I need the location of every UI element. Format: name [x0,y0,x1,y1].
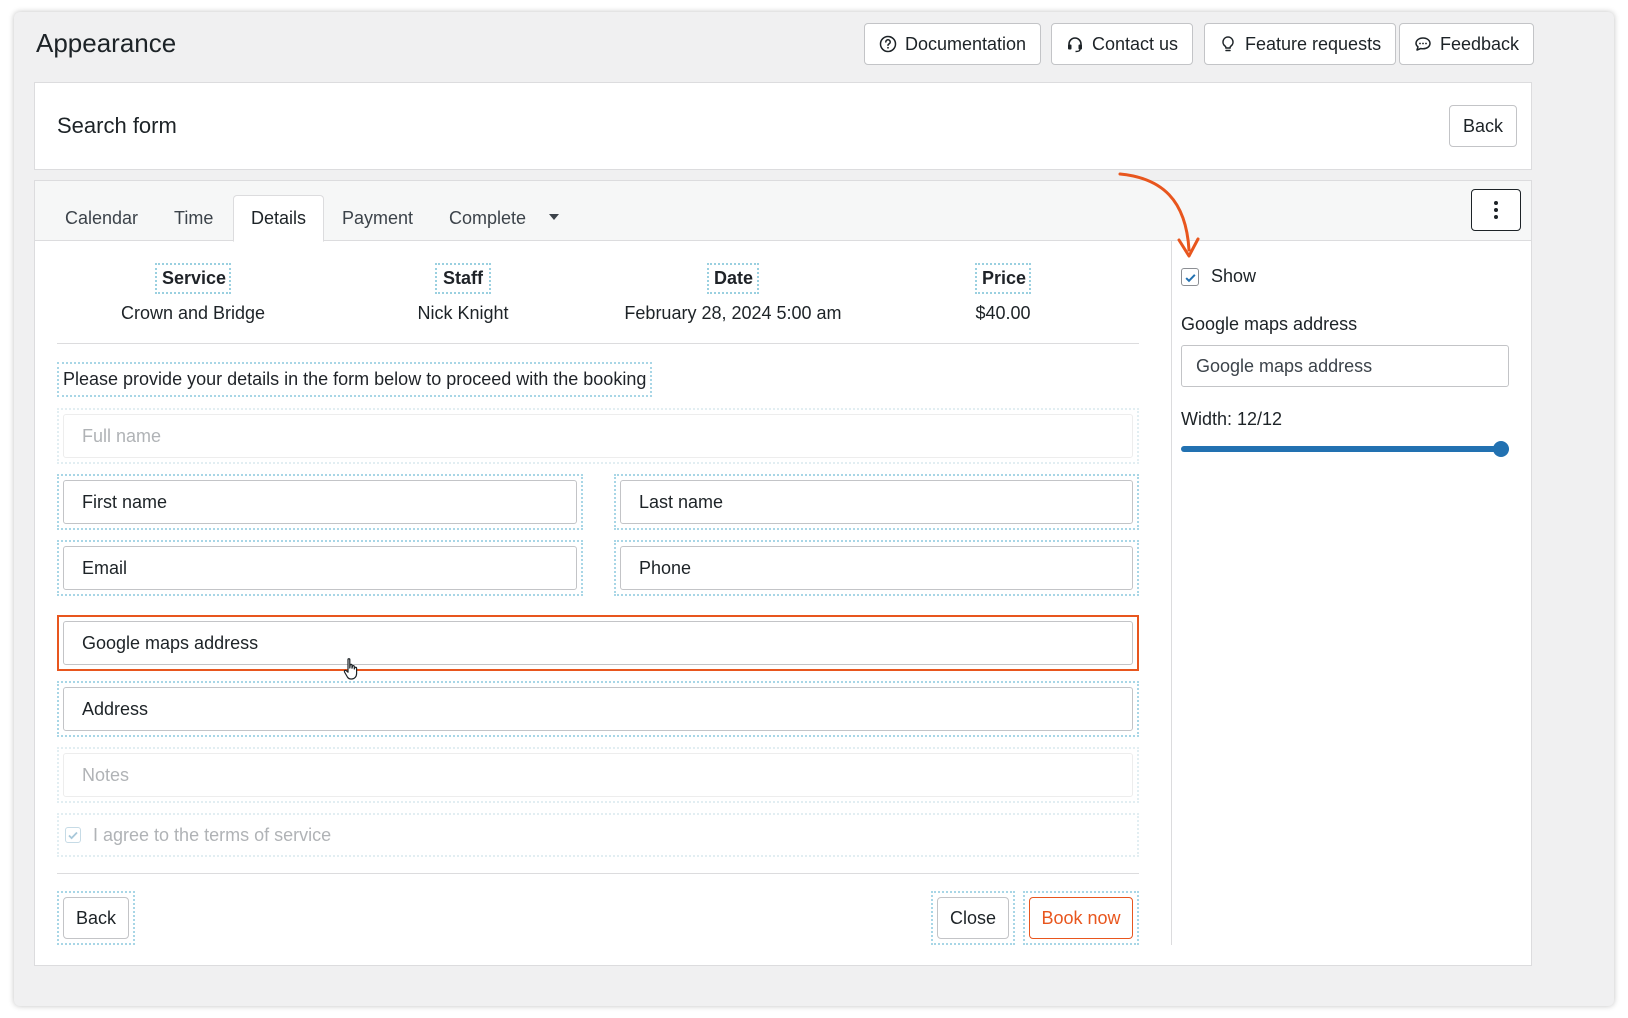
book-now-button[interactable]: Book now [1029,897,1133,939]
contact-us-button[interactable]: Contact us [1051,23,1194,65]
search-form-card: Search form Back [34,82,1532,170]
address-wrap: Address [57,681,1139,737]
chevron-down-icon[interactable] [549,214,559,220]
feature-requests-button[interactable]: Feature requests [1204,23,1397,65]
question-circle-icon [879,35,897,53]
summary-price-value: $40.00 [975,303,1031,323]
headset-icon [1068,37,1082,53]
email-wrap: Email [57,540,583,596]
close-wrap: Close [931,891,1015,945]
terms-wrap: I agree to the terms of service [57,813,1139,857]
book-now-wrap: Book now [1023,891,1139,945]
email-field[interactable]: Email [63,546,577,590]
page-title: Appearance [36,28,177,58]
checkmark-icon [68,831,78,840]
tab-details[interactable]: Details [233,195,325,242]
feature-requests-label: Feature requests [1245,33,1382,54]
kebab-dot [1494,208,1498,212]
summary-date-value: February 28, 2024 5:00 am [624,303,842,323]
feedback-button[interactable]: Feedback [1399,23,1535,65]
first-name-field[interactable]: First name [63,480,577,524]
width-label: Width: 12/12 [1181,409,1283,429]
lightbulb-icon [1222,36,1234,52]
app-window: Appearance Documentation Contact us Feat… [14,12,1614,1006]
summary-date-label: Date [707,263,759,294]
terms-checkbox[interactable] [65,827,81,843]
tab-calendar[interactable]: Calendar [48,195,155,241]
documentation-button[interactable]: Documentation [864,23,1042,65]
last-name-wrap: Last name [614,474,1139,530]
contact-us-label: Contact us [1092,33,1179,54]
form-back-button[interactable]: Back [63,897,129,939]
footer-divider [57,873,1139,874]
last-name-field[interactable]: Last name [620,480,1133,524]
summary-staff-label: Staff [435,263,491,294]
summary-divider [57,343,1139,344]
sidebar-separator [1171,241,1172,945]
phone-field[interactable]: Phone [620,546,1133,590]
google-maps-settings-label: Google maps address [1181,314,1358,334]
summary-service-label: Service [155,263,231,294]
form-back-wrap: Back [57,891,135,945]
form-intro-text: Please provide your details in the form … [57,362,653,397]
summary-service-value: Crown and Bridge [120,303,266,323]
full-name-wrap: Full name [57,408,1139,464]
notes-field[interactable]: Notes [63,753,1133,797]
width-slider-thumb[interactable] [1493,441,1509,457]
editor-card: Calendar Time Details Payment Complete S… [34,180,1532,966]
annotation-arrow-icon [1118,172,1200,258]
feedback-label: Feedback [1440,33,1520,54]
documentation-label: Documentation [905,33,1027,54]
address-field[interactable]: Address [63,687,1133,731]
tab-payment[interactable]: Payment [325,195,430,241]
more-options-button[interactable] [1471,189,1521,231]
tab-time[interactable]: Time [157,195,230,241]
step-tabs: Calendar Time Details Payment Complete [35,181,1531,242]
google-maps-wrap-selected[interactable]: Google maps address [57,615,1139,671]
summary-staff-value: Nick Knight [417,303,509,323]
google-maps-settings-input[interactable]: Google maps address [1181,345,1509,387]
notes-wrap: Notes [57,747,1139,803]
terms-label: I agree to the terms of service [93,824,332,845]
width-slider[interactable] [1181,446,1509,452]
show-checkbox[interactable] [1181,268,1199,286]
close-button[interactable]: Close [937,897,1009,939]
top-back-button[interactable]: Back [1449,105,1517,147]
summary-price-label: Price [975,263,1031,294]
hand-cursor-icon [343,658,358,680]
checkmark-icon [1184,273,1196,282]
google-maps-address-field[interactable]: Google maps address [63,621,1133,665]
kebab-dot [1494,215,1498,219]
first-name-wrap: First name [57,474,583,530]
full-name-field[interactable]: Full name [63,414,1133,458]
show-label: Show [1211,266,1257,286]
tab-complete[interactable]: Complete [432,195,543,241]
phone-wrap: Phone [614,540,1139,596]
kebab-dot [1494,201,1498,205]
chat-bubble-icon [1415,37,1431,51]
search-form-title: Search form [57,113,177,138]
